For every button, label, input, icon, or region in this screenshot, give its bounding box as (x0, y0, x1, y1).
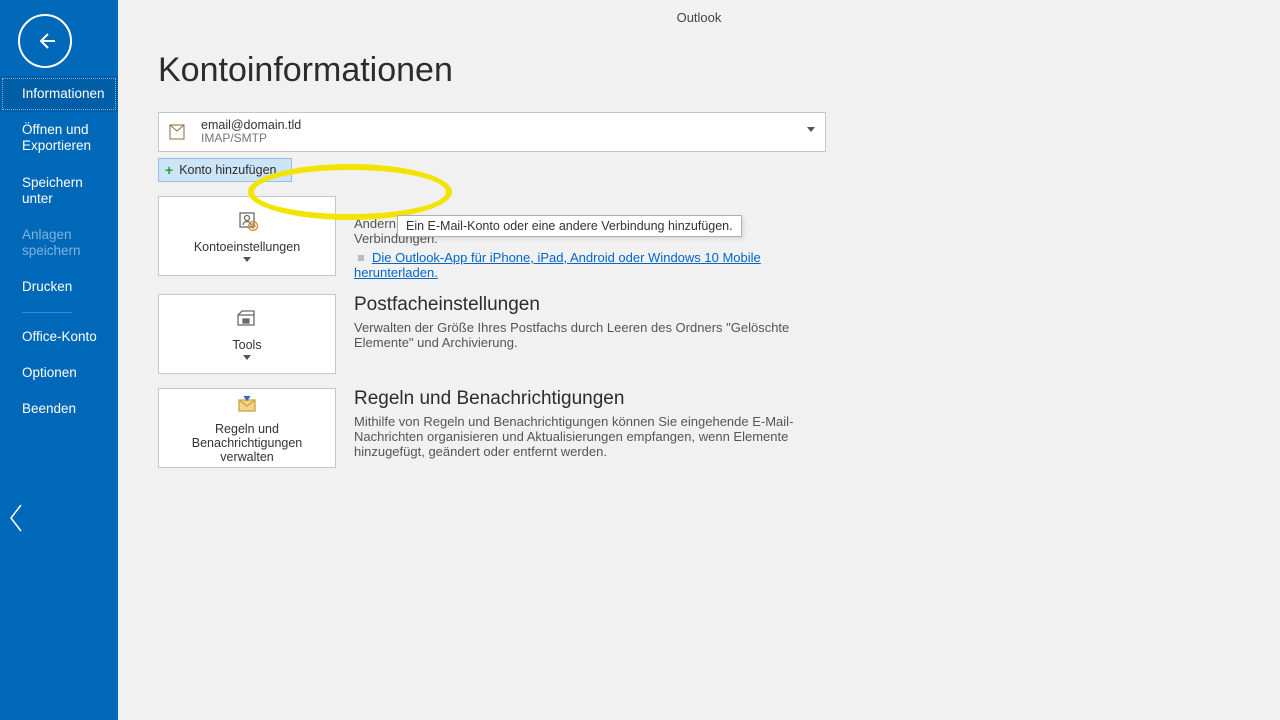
nav-optionen[interactable]: Optionen (0, 355, 118, 391)
rules-icon (234, 393, 260, 418)
nav-separator (22, 312, 72, 313)
chevron-down-icon (243, 257, 251, 262)
account-settings-card[interactable]: Kontoeinstellungen (158, 196, 336, 276)
tools-icon (234, 309, 260, 334)
nav-speichern-unter[interactable]: Speichern unter (0, 165, 118, 217)
account-selector[interactable]: email@domain.tld IMAP/SMTP (158, 112, 826, 152)
rules-title: Regeln und Benachrichtigungen (354, 388, 814, 410)
back-button[interactable] (18, 14, 72, 68)
rules-label: Regeln und Benachrichtigungen verwalten (159, 422, 335, 464)
add-account-label: Konto hinzufügen (179, 163, 276, 177)
main-content: Outlook Kontoinformationen email@domain.… (118, 0, 1280, 720)
backstage-sidebar: Informationen Öffnen und Exportieren Spe… (0, 0, 118, 720)
add-account-button[interactable]: + Konto hinzufügen (158, 158, 292, 182)
plus-icon: + (165, 163, 173, 177)
nav-informationen[interactable]: Informationen (0, 76, 118, 112)
nav-drucken[interactable]: Drucken (0, 269, 118, 305)
tools-card[interactable]: Tools (158, 294, 336, 374)
mailbox-settings-title: Postfacheinstellungen (354, 294, 814, 316)
nav-oeffnen-exportieren[interactable]: Öffnen und Exportieren (0, 112, 118, 164)
app-title: Outlook (158, 10, 1240, 25)
outlook-app-link[interactable]: Die Outlook-App für iPhone, iPad, Androi… (354, 250, 761, 280)
back-arrow-icon (33, 29, 57, 53)
account-settings-icon (234, 211, 260, 236)
account-type: IMAP/SMTP (201, 132, 301, 146)
chevron-down-icon (243, 355, 251, 360)
mailbox-icon (167, 121, 189, 143)
nav-beenden[interactable]: Beenden (0, 391, 118, 427)
rules-card[interactable]: Regeln und Benachrichtigungen verwalten (158, 388, 336, 468)
page-title: Kontoinformationen (158, 51, 1240, 90)
collapse-chevron-icon[interactable] (6, 501, 28, 540)
bullet-icon (358, 255, 364, 261)
account-email: email@domain.tld (201, 118, 301, 132)
add-account-tooltip: Ein E-Mail-Konto oder eine andere Verbin… (397, 215, 742, 237)
account-settings-label: Kontoeinstellungen (194, 240, 300, 254)
chevron-down-icon (807, 127, 815, 132)
nav-office-konto[interactable]: Office-Konto (0, 319, 118, 355)
nav-anlagen-speichern: Anlagen speichern (0, 217, 118, 269)
mailbox-settings-desc: Verwalten der Größe Ihres Postfachs durc… (354, 320, 814, 350)
rules-desc: Mithilfe von Regeln und Benachrichtigung… (354, 414, 814, 459)
backstage-nav: Informationen Öffnen und Exportieren Spe… (0, 76, 118, 427)
tools-label: Tools (232, 338, 261, 352)
